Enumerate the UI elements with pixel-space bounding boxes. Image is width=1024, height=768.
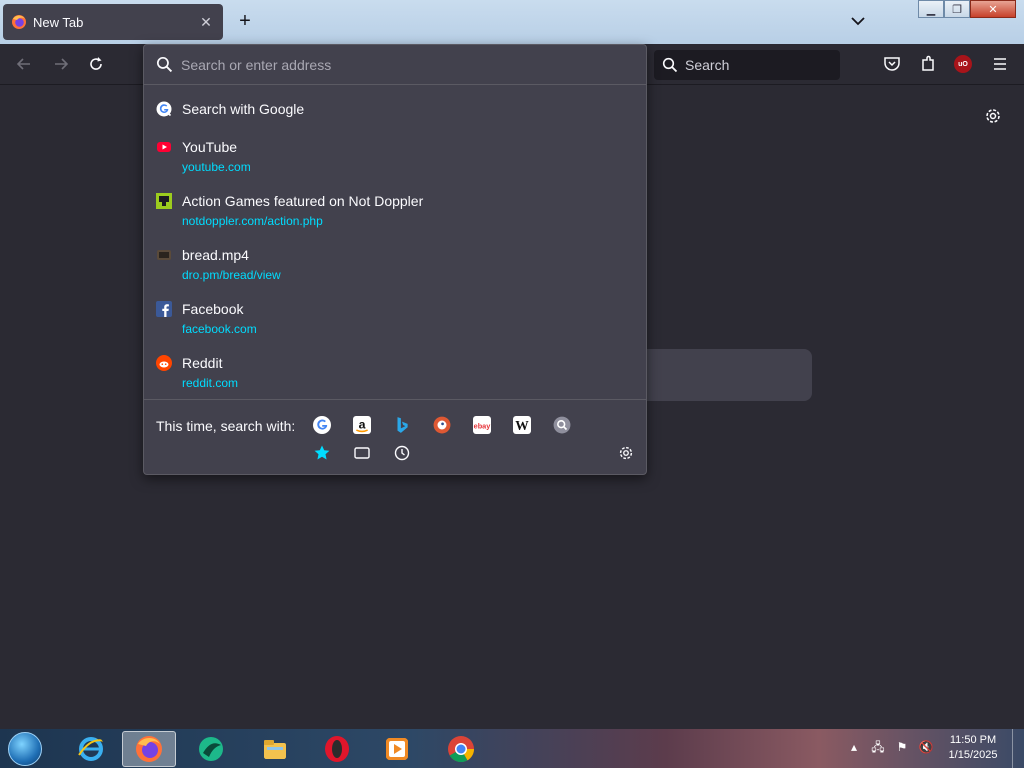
google-icon[interactable] [313,416,331,434]
result-url: dro.pm/bread/view [182,268,281,282]
toolbar-search-box[interactable]: Search [654,50,840,80]
svg-text:a: a [359,417,366,431]
wikipedia-icon[interactable]: W [513,416,531,434]
chrome-icon [448,736,475,763]
list-item[interactable]: bread.mp4 dro.pm/bread/view [144,239,646,293]
search-icon [662,57,678,73]
app-icon [199,737,223,761]
search-engine-icon[interactable] [553,416,571,434]
firefox-icon [136,736,162,762]
restore-icon[interactable]: ❐ [944,0,970,18]
facebook-icon [156,301,172,317]
taskbar-item[interactable] [370,731,424,767]
taskbar-clock[interactable]: 11:50 PM 1/15/2025 [940,733,1006,763]
list-item[interactable]: Facebook facebook.com [144,293,646,347]
gear-icon[interactable] [983,106,1003,126]
result-url: youtube.com [182,160,251,174]
system-tray: ▴ 🖧 ⚑ 🔇 [846,739,934,755]
duckduckgo-icon[interactable] [433,416,451,434]
result-url: reddit.com [182,376,239,390]
hamburger-menu-icon[interactable] [990,54,1010,74]
search-icon [156,56,173,73]
result-title: Search with Google [182,101,305,117]
one-off-search-bar: This time, search with: a ebay W [144,399,646,475]
gear-icon[interactable] [617,444,635,462]
reddit-icon [156,355,172,371]
toolbar-search-placeholder: Search [685,57,730,73]
address-input[interactable] [181,51,621,78]
reload-icon[interactable] [86,54,106,74]
taskbar-item[interactable] [184,731,238,767]
taskbar-item[interactable] [310,731,364,767]
result-title: YouTube [182,139,238,155]
clock-date: 1/15/2025 [948,749,998,761]
list-item[interactable]: YouTube youtube.com [144,131,646,185]
taskbar-item[interactable] [248,731,302,767]
tab-label: New Tab [33,14,84,30]
result-title: Action Games featured on Not Doppler [182,193,424,209]
result-title: Facebook [182,301,244,317]
urlbar-input-row [144,45,646,85]
bookmarks-star-icon[interactable] [313,444,331,462]
svg-text:ebay: ebay [474,421,491,430]
opera-icon [325,736,349,762]
new-tab-button[interactable]: + [234,10,256,32]
bread-icon [157,250,171,260]
close-icon[interactable]: ✕ [197,14,215,31]
taskbar-item[interactable] [122,731,176,767]
notdoppler-icon [156,193,172,209]
file-explorer-icon [264,740,286,759]
chevron-down-icon[interactable] [848,11,868,31]
show-desktop-button[interactable] [1012,729,1024,768]
newtab-search-box[interactable] [640,349,812,401]
minimize-icon[interactable]: ▁ [918,0,944,18]
result-url: facebook.com [182,322,257,336]
back-arrow-icon[interactable] [14,54,34,74]
internet-explorer-icon [78,737,105,761]
list-item[interactable]: Search with Google [144,93,646,131]
clock-time: 11:50 PM [949,734,997,746]
firefox-icon [12,15,26,29]
ublock-origin-icon[interactable]: uO [954,55,972,73]
youtube-icon [157,142,171,152]
taskbar-item[interactable] [434,731,488,767]
result-title: bread.mp4 [182,247,249,263]
volume-muted-icon[interactable]: 🔇 [918,739,934,755]
result-title: Reddit [182,355,223,371]
list-item[interactable]: Action Games featured on Not Doppler not… [144,185,646,239]
taskbar: ▴ 🖧 ⚑ 🔇 11:50 PM 1/15/2025 [0,729,1024,768]
forward-arrow-icon[interactable] [51,54,71,74]
window-close-icon[interactable]: ✕ [970,0,1016,18]
pocket-icon[interactable] [882,54,902,74]
list-item[interactable]: Reddit reddit.com [144,347,646,401]
svg-text:W: W [515,418,529,433]
media-player-icon [386,738,408,760]
urlbar-results: Search with Google YouTube youtube.com A… [144,93,646,401]
tab-new-tab[interactable]: New Tab ✕ [3,4,223,40]
bing-icon[interactable] [393,416,411,434]
history-clock-icon[interactable] [393,444,411,462]
windows-start-icon[interactable] [8,732,42,766]
ebay-icon[interactable]: ebay [473,416,491,434]
taskbar-item[interactable] [64,731,118,767]
action-center-flag-icon[interactable]: ⚑ [894,739,910,755]
network-icon[interactable]: 🖧 [870,739,886,755]
show-hidden-icons-icon[interactable]: ▴ [846,739,862,755]
extensions-icon[interactable] [918,54,938,74]
google-icon [156,101,172,117]
amazon-icon[interactable]: a [353,416,371,434]
result-url: notdoppler.com/action.php [182,214,323,228]
tabs-icon[interactable] [353,444,371,462]
one-off-label: This time, search with: [156,418,296,434]
urlbar-popup: Search with Google YouTube youtube.com A… [143,44,647,475]
window-controls: ▁ ❐ ✕ [918,0,1016,18]
title-bar: New Tab ✕ + ▁ ❐ ✕ [0,0,1024,44]
